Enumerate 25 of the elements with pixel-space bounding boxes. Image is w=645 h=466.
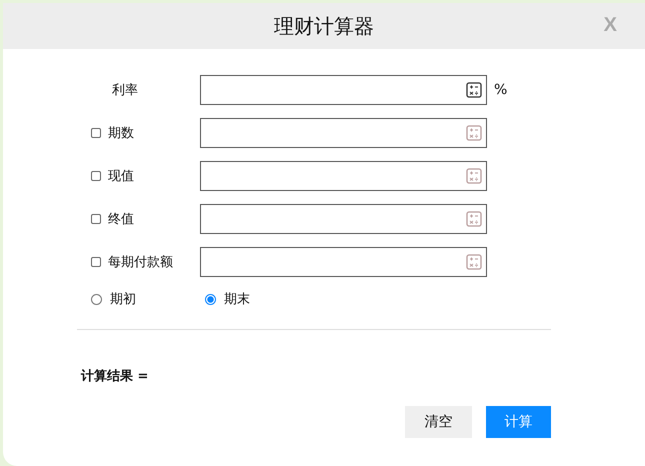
field-label: 利率 xyxy=(112,82,138,99)
calculator-icon[interactable] xyxy=(466,82,482,98)
clear-button[interactable]: 清空 xyxy=(405,406,472,438)
input-field[interactable] xyxy=(200,161,487,191)
checkbox[interactable] xyxy=(91,257,101,267)
input-field[interactable] xyxy=(200,204,487,234)
unit-label: % xyxy=(494,82,508,98)
field-label: 现值 xyxy=(108,168,134,185)
checkbox[interactable] xyxy=(91,128,101,138)
radio-label: 期末 xyxy=(224,291,250,308)
radio-label: 期初 xyxy=(110,291,136,308)
result-label: 计算结果 = xyxy=(81,368,150,385)
checkbox[interactable] xyxy=(91,171,101,181)
input-field[interactable] xyxy=(200,75,487,105)
window-title: 理财计算器 xyxy=(274,12,374,40)
radio-button[interactable] xyxy=(91,294,102,304)
input-field[interactable] xyxy=(200,118,487,148)
field-label: 期数 xyxy=(108,125,134,142)
radio-option[interactable]: 期末 xyxy=(205,290,319,308)
radio-option[interactable]: 期初 xyxy=(91,290,205,308)
radio-button[interactable] xyxy=(205,294,216,304)
input-field[interactable] xyxy=(200,247,487,277)
field-label: 每期付款额 xyxy=(108,254,173,271)
field-label: 终值 xyxy=(108,211,134,228)
checkbox[interactable] xyxy=(91,214,101,224)
